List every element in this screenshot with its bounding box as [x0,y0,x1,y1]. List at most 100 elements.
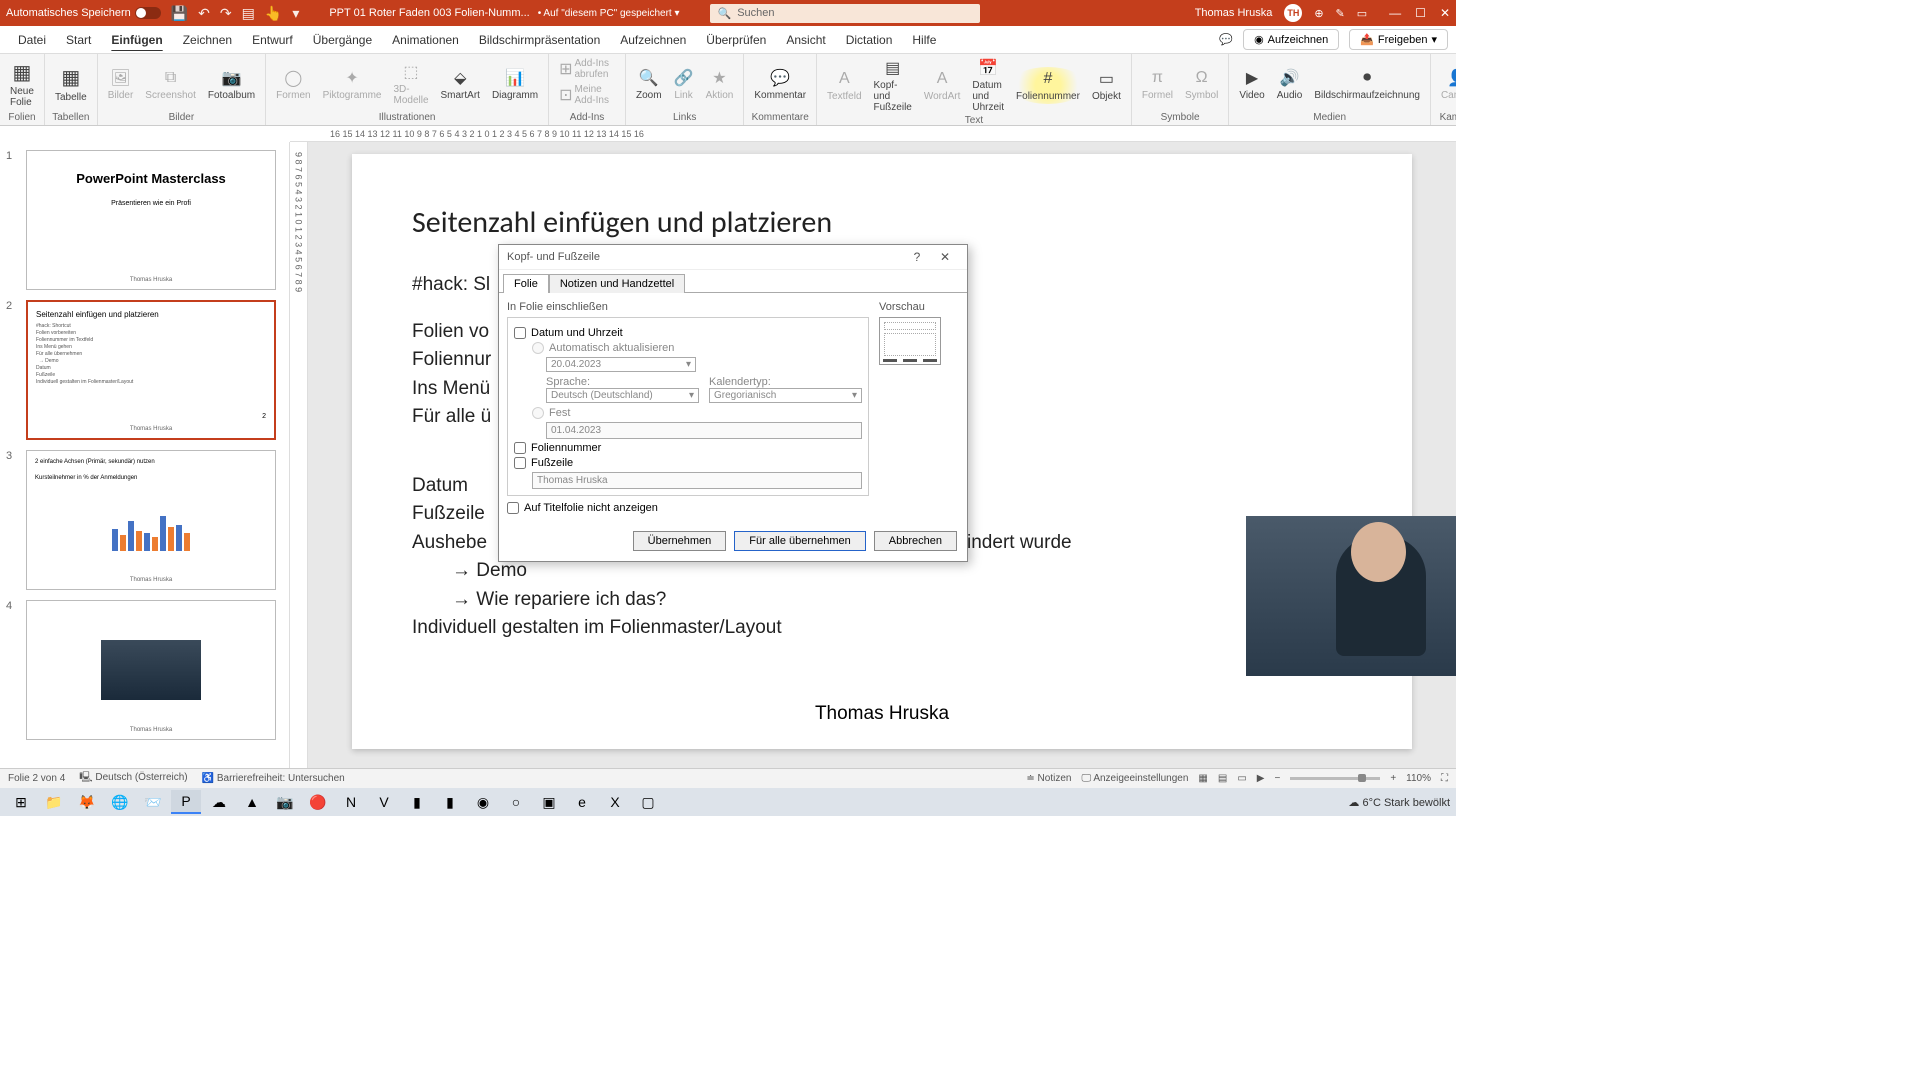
user-name[interactable]: Thomas Hruska [1195,7,1273,19]
redo-icon[interactable]: ↷ [220,5,232,22]
app6-icon[interactable]: ○ [501,790,531,814]
touch-icon[interactable]: 👆 [265,5,282,22]
action-button[interactable]: ★Aktion [700,66,740,103]
reading-view-icon[interactable]: ▭ [1237,773,1246,784]
table-button[interactable]: ▦Tabelle [49,64,93,105]
accessibility-status[interactable]: ♿ Barrierefreiheit: Untersuchen [202,773,345,784]
tab-animationen[interactable]: Animationen [382,27,469,53]
screenrec-button[interactable]: ⏺Bildschirmaufzeichnung [1308,66,1426,103]
zoom-in-icon[interactable]: + [1390,773,1396,784]
app7-icon[interactable]: ▣ [534,790,564,814]
symbol-button[interactable]: ΩSymbol [1179,66,1224,103]
zoom-out-icon[interactable]: − [1274,773,1280,784]
3d-button[interactable]: ⬚3D-Modelle [387,60,434,108]
header-footer-button[interactable]: ▤Kopf- und Fußzeile [868,56,918,115]
slide-number-button[interactable]: #Foliennummer [1010,67,1086,104]
calendar-dropdown[interactable]: Gregorianisch▾ [709,388,862,403]
apply-button[interactable]: Übernehmen [633,531,727,551]
share-button[interactable]: 📤 Freigeben ▾ [1349,29,1448,50]
textbox-button[interactable]: ATextfeld [821,67,867,104]
my-addins-button[interactable]: ⊡Meine Add-Ins [553,82,621,108]
vscode-icon[interactable]: V [369,790,399,814]
minimize-icon[interactable]: — [1389,6,1401,20]
edge-icon[interactable]: e [567,790,597,814]
tab-hilfe[interactable]: Hilfe [902,27,946,53]
cancel-button[interactable]: Abbrechen [874,531,957,551]
onenote-icon[interactable]: N [336,790,366,814]
date-time-checkbox[interactable]: Datum und Uhrzeit [514,327,862,339]
tab-ansicht[interactable]: Ansicht [776,27,835,53]
tab-bildschirm[interactable]: Bildschirmpräsentation [469,27,610,53]
tab-start[interactable]: Start [56,27,101,53]
apply-all-button[interactable]: Für alle übernehmen [734,531,866,551]
link-button[interactable]: 🔗Link [668,66,700,103]
auto-date-dropdown[interactable]: 20.04.2023▾ [546,357,696,372]
obs-icon[interactable]: ◉ [468,790,498,814]
undo-icon[interactable]: ↶ [198,5,210,22]
close-icon[interactable]: ✕ [1440,6,1450,20]
saved-location[interactable]: • Auf "diesem PC" gespeichert ▾ [538,8,680,19]
fixed-radio[interactable]: Fest [532,407,862,419]
slide-number-checkbox[interactable]: Foliennummer [514,442,862,454]
thumbnail-3[interactable]: 3 2 einfache Achsen (Primär, sekundär) n… [8,450,281,590]
fixed-date-input[interactable] [546,422,862,439]
tab-datei[interactable]: Datei [8,27,56,53]
comments-icon[interactable]: 💬 [1219,33,1233,46]
display-settings-button[interactable]: 🖵 Anzeigeeinstellungen [1081,773,1188,784]
normal-view-icon[interactable]: ▦ [1198,773,1207,784]
hide-title-slide-checkbox[interactable]: Auf Titelfolie nicht anzeigen [507,502,869,514]
weather-widget[interactable]: ☁ 6°C Stark bewölkt [1348,796,1450,809]
chrome-icon[interactable]: 🌐 [105,790,135,814]
firefox-icon[interactable]: 🦊 [72,790,102,814]
tab-zeichnen[interactable]: Zeichnen [173,27,242,53]
thumbnail-4[interactable]: 4 Thomas Hruska [8,600,281,740]
wordart-button[interactable]: AWordArt [918,67,967,104]
dialog-tab-notizen[interactable]: Notizen und Handzettel [549,274,685,293]
dialog-help-icon[interactable]: ? [903,250,931,264]
app5-icon[interactable]: ▮ [435,790,465,814]
qat-more-icon[interactable]: ▾ [292,5,299,22]
draw-icon[interactable]: ✎ [1336,7,1345,20]
app8-icon[interactable]: ▢ [633,790,663,814]
record-button[interactable]: ◉ Aufzeichnen [1243,29,1339,50]
start-icon[interactable]: ▤ [242,5,255,22]
dialog-tab-folie[interactable]: Folie [503,274,549,293]
zoom-level[interactable]: 110% [1406,773,1431,784]
explorer-icon[interactable]: 📁 [39,790,69,814]
excel-icon[interactable]: X [600,790,630,814]
tab-uebergaenge[interactable]: Übergänge [303,27,382,53]
images-button[interactable]: 🖼Bilder [102,66,140,103]
search-box[interactable]: 🔍 Suchen [710,4,980,23]
audio-button[interactable]: 🔊Audio [1271,66,1309,103]
start-menu-icon[interactable]: ⊞ [6,790,36,814]
fit-window-icon[interactable]: ⛶ [1441,773,1448,784]
equation-button[interactable]: πFormel [1136,66,1179,103]
date-time-button[interactable]: 📅Datum und Uhrzeit [966,56,1010,115]
tab-entwurf[interactable]: Entwurf [242,27,303,53]
dialog-close-icon[interactable]: ✕ [931,250,959,264]
tab-dictation[interactable]: Dictation [836,27,903,53]
zoom-button[interactable]: 🔍Zoom [630,66,668,103]
new-slide-button[interactable]: ▦Neue Folie [4,58,40,110]
compact-icon[interactable]: ⊕ [1314,7,1323,20]
icons-button[interactable]: ✦Piktogramme [317,66,388,103]
footer-checkbox[interactable]: Fußzeile [514,457,862,469]
thumbnail-2[interactable]: 2 Seitenzahl einfügen und platzieren #ha… [8,300,281,440]
photoalbum-button[interactable]: 📷Fotoalbum [202,66,261,103]
app4-icon[interactable]: ▮ [402,790,432,814]
footer-text-input[interactable] [532,472,862,489]
autosave-toggle[interactable]: Automatisches Speichern [6,7,161,19]
app2-icon[interactable]: 📷 [270,790,300,814]
slideshow-view-icon[interactable]: ▶ [1257,773,1265,784]
language-dropdown[interactable]: Deutsch (Deutschland)▾ [546,388,699,403]
get-addins-button[interactable]: ⊞Add-Ins abrufen [553,56,621,82]
comment-button[interactable]: 💬Kommentar [748,66,812,103]
tab-aufzeichnen[interactable]: Aufzeichnen [610,27,696,53]
vlc-icon[interactable]: ▲ [237,790,267,814]
zoom-slider[interactable] [1290,777,1380,780]
outlook-icon[interactable]: 📨 [138,790,168,814]
user-avatar[interactable]: TH [1284,4,1302,22]
ribbon-options-icon[interactable]: ▭ [1357,7,1367,20]
app-icon[interactable]: ☁ [204,790,234,814]
powerpoint-icon[interactable]: P [171,790,201,814]
